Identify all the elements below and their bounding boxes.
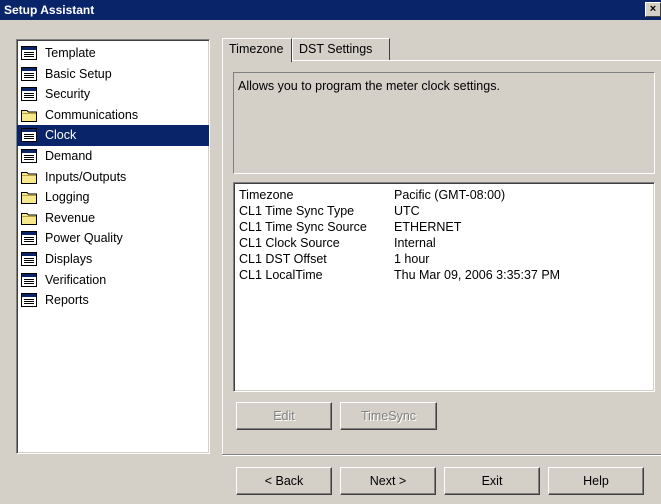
back-button[interactable]: < Back	[236, 467, 332, 495]
doc-icon	[21, 46, 37, 60]
setup-tree[interactable]: Template Basic Setup Security Communicat…	[16, 39, 210, 454]
tree-item-label: Demand	[45, 148, 93, 163]
tree-item-clock[interactable]: Clock	[17, 125, 209, 146]
list-item: CL1 Time Sync Source ETHERNET	[239, 219, 649, 235]
folder-icon	[21, 192, 37, 205]
setting-value: Pacific (GMT-08:00)	[394, 188, 506, 202]
doc-icon	[21, 231, 37, 246]
setting-value: UTC	[394, 204, 420, 218]
tree-item-label: Reports	[45, 293, 89, 308]
tree-item-demand[interactable]: Demand	[17, 146, 209, 167]
tree-item-basic-setup[interactable]: Basic Setup	[17, 64, 209, 85]
doc-icon	[21, 66, 37, 81]
tree-item-label: Communications	[45, 107, 139, 122]
tree-item-label: Template	[45, 46, 96, 60]
list-item: Timezone Pacific (GMT-08:00)	[239, 187, 649, 203]
setting-key: CL1 Time Sync Source	[239, 220, 367, 234]
exit-button[interactable]: Exit	[444, 467, 540, 495]
tree-item-inputs-outputs[interactable]: Inputs/Outputs	[17, 167, 209, 188]
tree-item-label: Power Quality	[45, 231, 123, 246]
setting-key: Timezone	[239, 188, 294, 202]
tree-item-revenue[interactable]: Revenue	[17, 208, 209, 229]
tree-item-verification[interactable]: Verification	[17, 270, 209, 291]
list-item: CL1 Clock Source Internal	[239, 235, 649, 251]
setting-value: Internal	[394, 236, 436, 250]
tree-item-label: Inputs/Outputs	[45, 169, 127, 184]
list-item: CL1 Time Sync Type UTC	[239, 203, 649, 219]
tree-item-displays[interactable]: Displays	[17, 249, 209, 270]
list-item: CL1 LocalTime Thu Mar 09, 2006 3:35:37 P…	[239, 267, 649, 283]
tree-item-label: Clock	[43, 128, 79, 143]
tree-item-label: Revenue	[45, 210, 96, 225]
list-item: CL1 DST Offset 1 hour	[239, 251, 649, 267]
tree-item-security[interactable]: Security	[17, 84, 209, 105]
doc-icon	[21, 293, 37, 308]
title-bar: Setup Assistant ×	[0, 0, 661, 20]
window-title: Setup Assistant	[4, 3, 95, 17]
doc-icon	[21, 251, 37, 266]
doc-icon	[21, 87, 37, 102]
close-icon: ×	[649, 3, 657, 15]
folder-icon	[21, 109, 37, 122]
divider	[222, 454, 661, 456]
folder-icon	[21, 171, 37, 184]
tree-item-label: Displays	[45, 251, 93, 266]
tree-item-communications[interactable]: Communications	[17, 105, 209, 126]
setting-value: 1 hour	[394, 252, 430, 266]
tree-item-label: Verification	[45, 272, 107, 287]
tree-item-power-quality[interactable]: Power Quality	[17, 228, 209, 249]
setting-key: CL1 DST Offset	[239, 252, 327, 266]
tab-dst-settings[interactable]: DST Settings	[292, 38, 390, 60]
tree-item-label: Security	[45, 87, 91, 102]
setting-value: ETHERNET	[394, 220, 462, 234]
next-button[interactable]: Next >	[340, 467, 436, 495]
tree-item-template[interactable]: Template	[17, 43, 209, 64]
close-button[interactable]: ×	[645, 2, 661, 17]
settings-list[interactable]: Timezone Pacific (GMT-08:00) CL1 Time Sy…	[233, 182, 655, 392]
doc-icon	[21, 272, 37, 287]
setting-key: CL1 Clock Source	[239, 236, 340, 250]
edit-button[interactable]: Edit	[236, 402, 332, 430]
tree-item-label: Basic Setup	[45, 66, 112, 81]
description-box: Allows you to program the meter clock se…	[233, 72, 655, 174]
help-button[interactable]: Help	[548, 467, 644, 495]
setting-value: Thu Mar 09, 2006 3:35:37 PM	[394, 268, 561, 282]
tree-item-logging[interactable]: Logging	[17, 187, 209, 208]
tab-timezone[interactable]: Timezone	[222, 38, 292, 62]
doc-icon	[21, 148, 37, 163]
folder-icon	[21, 212, 37, 225]
doc-icon	[21, 128, 37, 143]
setting-key: CL1 LocalTime	[239, 268, 323, 282]
tree-item-label: Logging	[45, 190, 90, 205]
timesync-button[interactable]: TimeSync	[340, 402, 437, 430]
setting-key: CL1 Time Sync Type	[239, 204, 355, 218]
tree-item-reports[interactable]: Reports	[17, 290, 209, 311]
